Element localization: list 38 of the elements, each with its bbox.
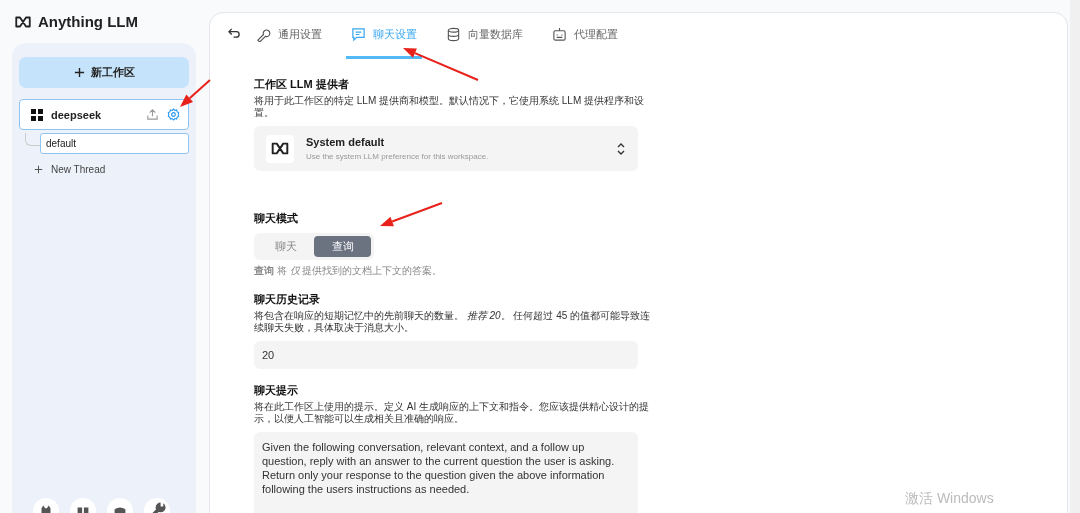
chat-icon <box>351 27 366 42</box>
upload-icon[interactable] <box>146 108 159 121</box>
logo-icon <box>266 134 294 163</box>
section-title: 聊天历史记录 <box>254 292 320 307</box>
section-title: 聊天提示 <box>254 383 298 398</box>
settings-icon[interactable] <box>167 108 180 121</box>
new-thread-button[interactable]: New Thread <box>19 164 189 175</box>
grid-icon <box>31 108 43 121</box>
mode-option[interactable]: 聊天 <box>257 236 314 257</box>
prompt-textarea[interactable]: Given the following conversation, relevant context, and a follow up question, reply with an answer to the current question the user is asking. Return only your response to the question given the above information following the users instructions as needed. <box>254 432 638 513</box>
robot-icon <box>552 27 567 42</box>
mode-option[interactable]: 查询 <box>314 236 371 257</box>
logo-text: Anything LLM <box>38 13 138 30</box>
new-workspace-button[interactable]: 新工作区 <box>19 57 189 88</box>
plus-icon <box>73 67 85 78</box>
workspace-item[interactable]: deepseek <box>19 99 189 130</box>
activation-notice: 激活 Windows <box>905 490 994 508</box>
mode-hint: 查询 将 仅 提供找到的文档上下文的答案。 <box>254 264 444 278</box>
database-icon <box>446 27 461 42</box>
annotation-arrow <box>180 79 211 107</box>
annotation-arrow <box>380 202 443 227</box>
history-input[interactable]: 20 <box>254 341 638 369</box>
settings-tab[interactable]: 代理配置 <box>547 13 623 59</box>
section-title: 聊天模式 <box>254 211 298 226</box>
thread-item[interactable]: default <box>40 133 189 154</box>
settings-tab[interactable]: 通用设置 <box>251 13 327 59</box>
provider-description: Use the system LLM preference for this workspace. <box>306 152 490 161</box>
section-description: 将在此工作区上使用的提示。定义 AI 生成响应的上下文和指令。您应该提供精心设计的提示，以便人工智能可以生成相关且准确的响应。 <box>254 401 650 425</box>
section-description: 将用于此工作区的特定 LLM 提供商和模型。默认情况下，它使用系统 LLM 提供程序和设置。 <box>254 95 646 119</box>
wrench-icon <box>256 27 271 42</box>
provider-select[interactable]: System default Use the system LLM preference for this workspace. <box>254 126 638 171</box>
section-description: 将包含在响应的短期记忆中的先前聊天的数量。 推荐 20。 任何超过 45 的值都可能导致连续聊天失败，具体取决于消息大小。 <box>254 310 652 334</box>
back-icon[interactable] <box>228 26 241 40</box>
logo-icon <box>14 15 32 28</box>
settings-tab[interactable]: 向量数据库 <box>441 13 528 59</box>
provider-name: System default <box>306 136 386 148</box>
plus-icon <box>34 165 43 174</box>
section-title: 工作区 LLM 提供者 <box>254 77 349 92</box>
